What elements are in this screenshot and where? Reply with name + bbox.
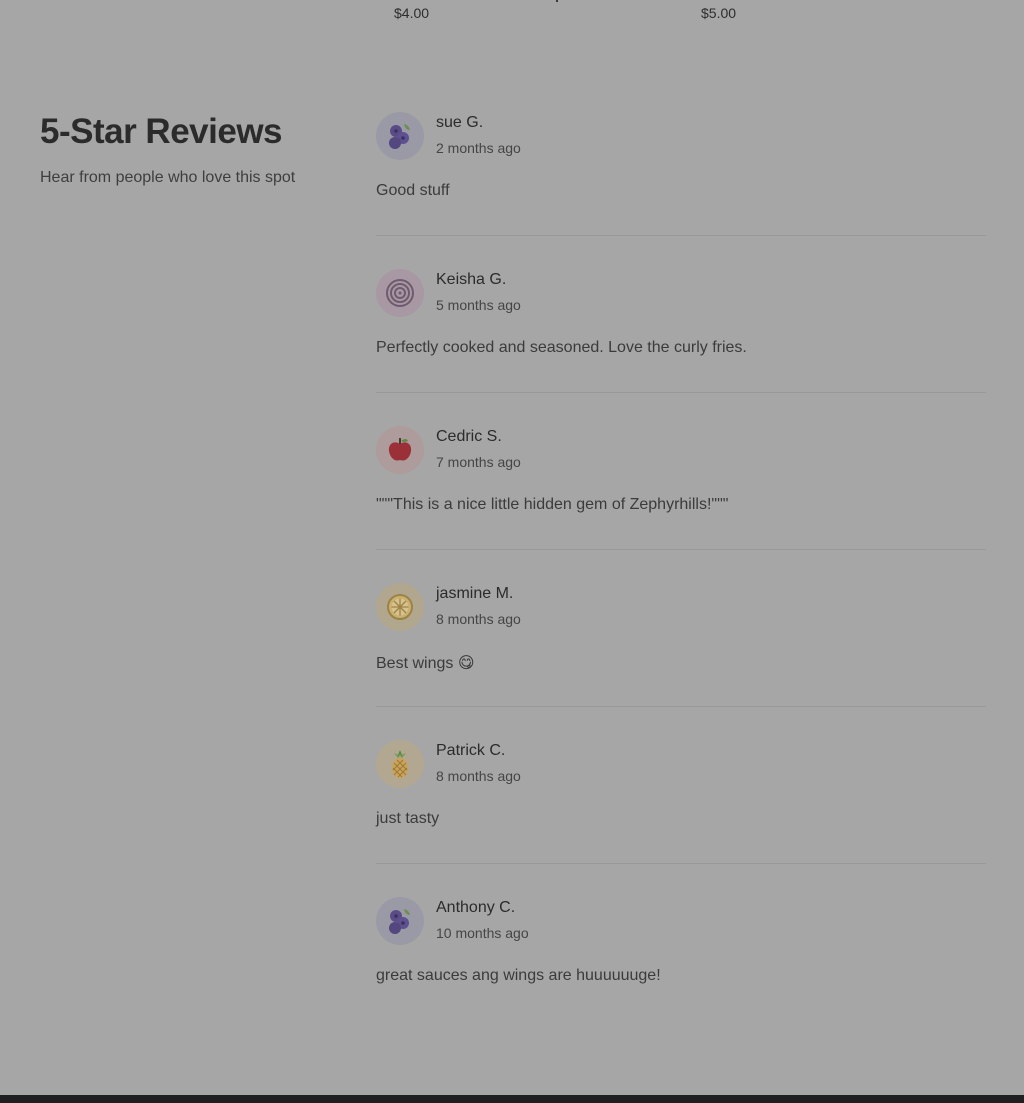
section-subtitle: Hear from people who love this spot	[40, 169, 296, 186]
avatar	[376, 112, 424, 160]
avatar	[376, 269, 424, 317]
reviewer-name: Anthony C.	[436, 899, 516, 916]
divider	[376, 549, 986, 550]
onion-icon	[386, 279, 414, 307]
review-time: 8 months ago	[436, 768, 521, 784]
review-time: 2 months ago	[436, 140, 521, 156]
review-text: Perfectly cooked and seasoned. Love the …	[376, 339, 747, 356]
divider	[376, 706, 986, 707]
menu-item-price: $5.00	[701, 5, 737, 21]
blueberry-icon	[389, 124, 410, 149]
review-text: great sauces ang wings are huuuuuuge!	[376, 967, 661, 984]
reviewer-name: Keisha G.	[436, 271, 507, 288]
review-item: jasmine M. 8 months ago Best wings 😋	[376, 581, 986, 738]
review-item: Cedric S. 7 months ago """This is a nice…	[376, 424, 986, 581]
section-title: 5-Star Reviews	[40, 112, 283, 151]
pineapple-icon	[392, 750, 408, 778]
reviews-list: sue G. 2 months ago Good stuff Keisha G.…	[376, 110, 986, 1052]
divider	[376, 863, 986, 864]
lemon-icon	[387, 594, 413, 620]
reviewer-name: Patrick C.	[436, 742, 506, 759]
blueberry-icon	[389, 909, 410, 934]
reviewer-name: Cedric S.	[436, 428, 502, 445]
review-time: 7 months ago	[436, 454, 521, 470]
review-text: just tasty	[376, 810, 440, 827]
review-text: Good stuff	[376, 182, 450, 199]
review-text: """This is a nice little hidden gem of Z…	[376, 496, 729, 513]
reviews-header: 5-Star Reviews Hear from people who love…	[40, 112, 340, 187]
menu-item-price: $4.00	[394, 5, 430, 21]
apple-icon	[388, 438, 412, 461]
review-time: 8 months ago	[436, 611, 521, 627]
footer-bar	[0, 1095, 1024, 1103]
review-time: 10 months ago	[436, 925, 529, 941]
divider	[376, 392, 986, 393]
menu-item-fragment	[556, 0, 558, 2]
avatar	[376, 897, 424, 945]
review-text: Best wings 😋	[376, 655, 475, 672]
reviewer-name: sue G.	[436, 114, 484, 131]
avatar	[376, 583, 424, 631]
review-item: Anthony C. 10 months ago great sauces an…	[376, 895, 986, 1052]
divider	[376, 235, 986, 236]
menu-item-prices: $4.00 $5.00	[0, 0, 1024, 30]
avatar	[376, 740, 424, 788]
avatar	[376, 426, 424, 474]
review-time: 5 months ago	[436, 297, 521, 313]
review-item: Keisha G. 5 months ago Perfectly cooked …	[376, 267, 986, 424]
review-item: sue G. 2 months ago Good stuff	[376, 110, 986, 267]
review-item: Patrick C. 8 months ago just tasty	[376, 738, 986, 895]
reviewer-name: jasmine M.	[436, 585, 514, 602]
